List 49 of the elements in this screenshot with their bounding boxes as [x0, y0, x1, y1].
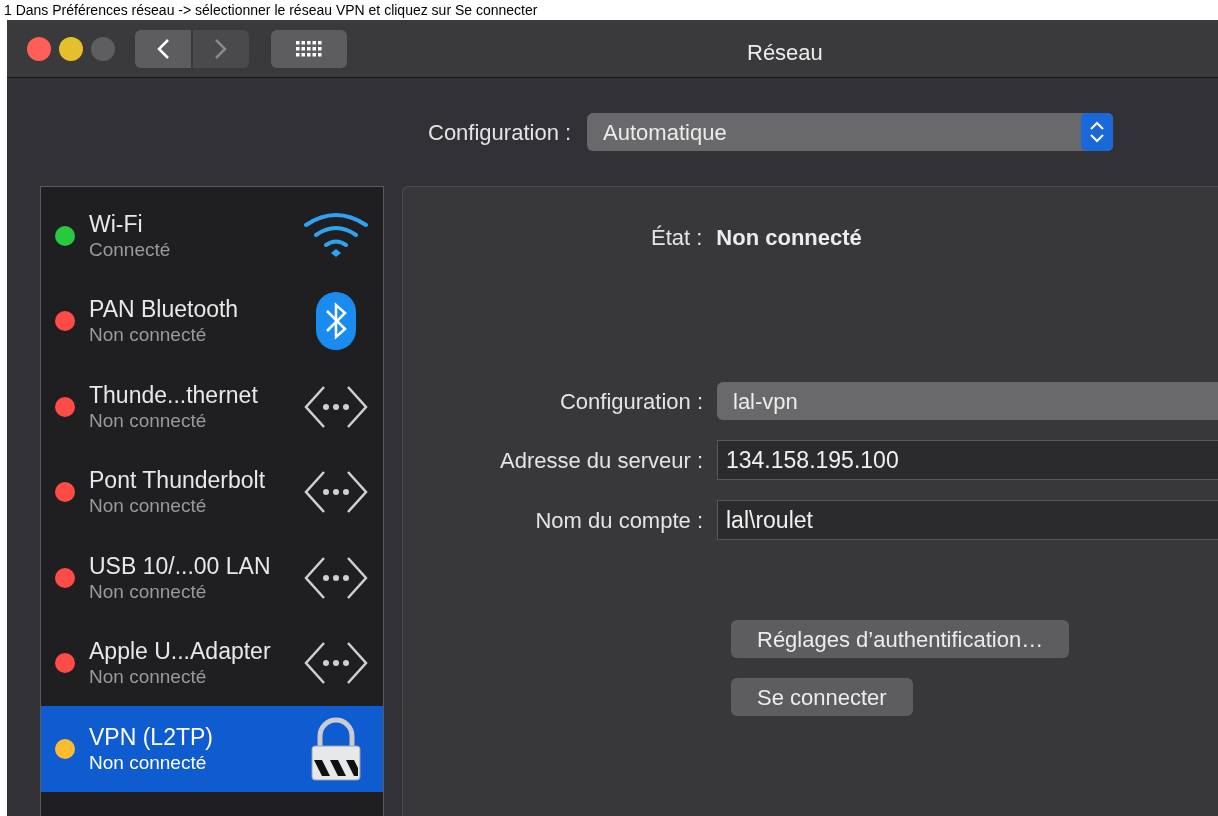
service-name: USB 10/...00 LAN	[89, 551, 272, 580]
service-name: Apple U...Adapter	[89, 637, 272, 666]
service-item[interactable]: Pont Thunderbolt Non connecté	[41, 449, 383, 535]
service-status: Non connecté	[89, 579, 208, 604]
text-field[interactable]: lal\roulet	[717, 500, 1218, 540]
action-button[interactable]: Réglages d’authentification…	[731, 620, 1070, 658]
service-status: Non connecté	[89, 750, 208, 775]
service-name: PAN Bluetooth	[89, 295, 240, 324]
service-name: Thunde...thernet	[89, 380, 259, 409]
configuration-label: Configuration :	[428, 118, 572, 147]
grid-icon	[296, 40, 322, 57]
field-label: Nom du compte :	[534, 506, 704, 535]
action-button[interactable]: Se connecter	[731, 678, 913, 716]
service-status: Non connecté	[89, 665, 208, 690]
ethernet-icon	[304, 555, 368, 600]
state-label: État :	[651, 224, 703, 252]
service-status: Non connecté	[89, 323, 208, 348]
service-name: Wi-Fi	[89, 209, 144, 238]
up-down-arrows-icon	[1081, 113, 1114, 151]
service-item[interactable]: PAN Bluetooth Non connecté	[41, 278, 383, 364]
service-name: Pont Thunderbolt	[89, 466, 267, 495]
minimize-button[interactable]	[59, 36, 83, 61]
chevron-right-icon	[214, 37, 228, 60]
service-name: VPN (L2TP)	[89, 722, 214, 751]
ethernet-icon	[304, 384, 368, 429]
service-item[interactable]: USB 10/...00 LAN Non connecté	[41, 535, 383, 621]
service-status: Non connecté	[89, 494, 208, 519]
configuration-popup[interactable]: lal-vpn	[717, 382, 1218, 420]
service-item[interactable]: Thunde...thernet Non connecté	[41, 364, 383, 450]
state-value: Non connecté	[716, 224, 862, 252]
padlock-icon	[310, 715, 362, 782]
service-item[interactable]: Apple U...Adapter Non connecté	[41, 620, 383, 706]
caption-text: 1 Dans Préférences réseau -> sélectionner le réseau VPN et cliquez sur Se connecter	[3, 1, 539, 20]
field-label: Adresse du serveur :	[499, 446, 704, 475]
service-status: Connecté	[89, 237, 172, 262]
window-title: Réseau	[747, 39, 823, 67]
ethernet-icon	[304, 470, 368, 515]
service-status: Non connecté	[89, 408, 208, 433]
chevron-left-icon	[156, 37, 170, 60]
configuration-dropdown[interactable]: Automatique	[587, 113, 1114, 151]
show-all-button[interactable]	[271, 29, 347, 68]
back-button[interactable]	[135, 29, 191, 68]
service-item[interactable]: VPN (L2TP) Non connecté	[41, 706, 383, 792]
text-field[interactable]: 134.158.195.100	[717, 440, 1218, 480]
bluetooth-icon	[315, 291, 357, 352]
ethernet-icon	[304, 641, 368, 686]
field-label: Configuration :	[558, 387, 704, 416]
service-item[interactable]: Wi-Fi Connecté	[41, 193, 383, 279]
close-button[interactable]	[27, 36, 51, 61]
